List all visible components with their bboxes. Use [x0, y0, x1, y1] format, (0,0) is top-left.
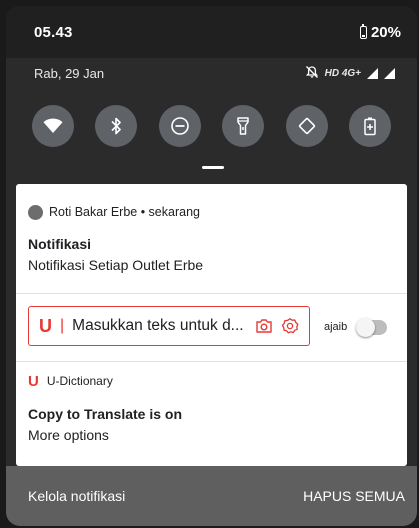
u-dictionary-search-row: U | Masukkan teks untuk d... ajaib [16, 294, 407, 362]
quick-tile-battery-saver[interactable] [348, 105, 391, 147]
wifi-icon [43, 118, 63, 133]
notification-header: Roti Bakar Erbe • sekarang [28, 184, 407, 238]
quick-tile-dnd[interactable] [158, 105, 201, 147]
notification-title: Notifikasi [28, 236, 92, 252]
drag-handle[interactable] [202, 166, 224, 169]
gear-icon[interactable] [281, 317, 299, 335]
notification-shade: 05.43 20% Rab, 29 Jan HD 4G+ Roti Bakar … [6, 6, 417, 526]
u-dictionary-logo-icon: U [28, 372, 39, 390]
notification-title: Copy to Translate is on [28, 406, 183, 422]
ajaib-toggle[interactable] [356, 318, 387, 337]
quick-translate-input[interactable]: U | Masukkan teks untuk d... [28, 306, 310, 346]
separator: | [60, 317, 65, 334]
status-bar: 05.43 20% [6, 6, 417, 58]
quick-tile-flashlight[interactable] [222, 105, 265, 147]
notification-panel: Roti Bakar Erbe • sekarang Notifikasi No… [16, 184, 407, 466]
clock: 05.43 [34, 23, 73, 41]
network-indicators: HD 4G+ [305, 65, 395, 82]
flashlight-icon [237, 117, 249, 135]
mute-icon [305, 65, 319, 82]
bluetooth-icon [111, 117, 122, 135]
u-dictionary-logo: U [39, 315, 52, 336]
manage-notifications-button[interactable]: Kelola notifikasi [28, 488, 125, 504]
search-placeholder: Masukkan teks untuk d... [72, 317, 244, 334]
battery-percent: 20% [370, 23, 401, 41]
network-type: HD 4G+ [324, 67, 361, 79]
battery-status: 20% [359, 23, 401, 41]
quick-settings [6, 98, 417, 154]
clear-all-button[interactable]: HAPUS SEMUA [303, 488, 405, 504]
date-row: Rab, 29 Jan HD 4G+ [6, 60, 417, 86]
signal-icon-1 [367, 67, 378, 79]
date-label: Rab, 29 Jan [34, 65, 105, 81]
battery-saver-icon [364, 117, 376, 136]
quick-tile-wifi[interactable] [32, 105, 74, 147]
battery-icon [359, 23, 367, 39]
signal-icon-2 [384, 67, 395, 79]
notification-header: U U-Dictionary [28, 362, 407, 398]
quick-tile-bluetooth[interactable] [95, 105, 138, 147]
notification-footer: Kelola notifikasi HAPUS SEMUA [6, 466, 417, 526]
notification-app-name: Roti Bakar Erbe • sekarang [49, 205, 200, 219]
notification-u-dictionary[interactable]: U U-Dictionary Copy to Translate is on M… [16, 362, 407, 444]
toggle-label: ajaib [324, 321, 348, 333]
notification-app-name: U-Dictionary [46, 374, 113, 388]
quick-tile-auto-rotate[interactable] [285, 105, 328, 147]
notification-text: Notifikasi Setiap Outlet Erbe [28, 257, 204, 273]
app-icon [28, 204, 43, 220]
notification-roti-bakar[interactable]: Roti Bakar Erbe • sekarang Notifikasi No… [16, 184, 407, 294]
camera-icon[interactable] [255, 317, 273, 335]
do-not-disturb-icon [170, 117, 189, 135]
notification-text: More options [28, 427, 109, 443]
auto-rotate-icon [298, 117, 315, 135]
